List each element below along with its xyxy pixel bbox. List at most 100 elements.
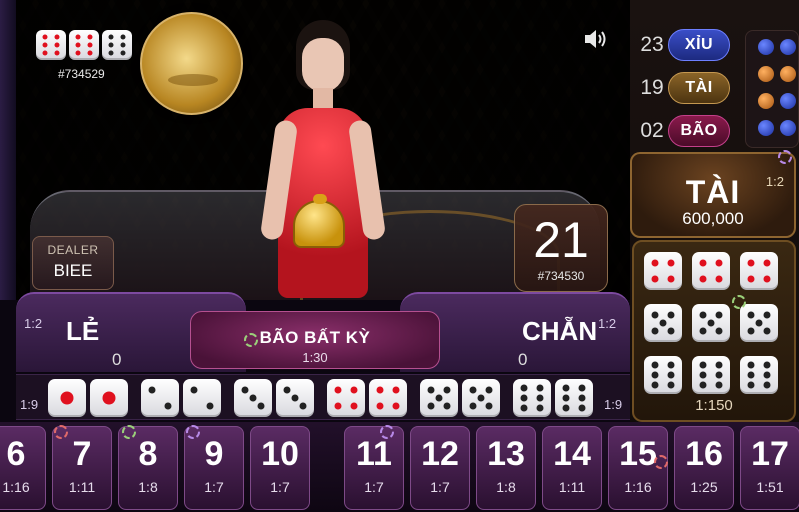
stat-row-tai: 19 TÀI: [636, 71, 736, 105]
last-result-die-1: [36, 30, 66, 60]
stat-pill-xiu: XỈU: [668, 29, 730, 61]
road-ball-2: [780, 39, 796, 55]
bao-bat-ky-label: BÃO BẤT KỲ: [259, 328, 371, 347]
pair-bets-row: 1:9 1:9: [16, 374, 630, 420]
total-number: 10: [261, 435, 299, 473]
total-odds: 1:51: [756, 479, 784, 495]
casino-chip-icon: [778, 150, 792, 164]
pair-bet-6[interactable]: [513, 379, 593, 417]
le-label: LẺ: [66, 316, 100, 346]
pair-bet-2[interactable]: [141, 379, 221, 417]
stat-pill-tai: TÀI: [668, 72, 730, 104]
road-ball-6: [780, 93, 796, 109]
total-number: 13: [487, 435, 525, 473]
triple-row-6[interactable]: [644, 356, 778, 394]
road-ball-3: [758, 66, 774, 82]
pair-die-3: [234, 379, 272, 417]
pair-bet-5[interactable]: [420, 379, 500, 417]
road-ball-7: [758, 120, 774, 136]
total-number: 14: [553, 435, 591, 473]
current-round-id: #734530: [537, 269, 585, 283]
road-ball-1: [758, 39, 774, 55]
bowl-camera-view: [140, 12, 243, 115]
total-bet-12[interactable]: 12 1:7: [410, 426, 470, 510]
pair-odds-right: 1:9: [604, 397, 623, 412]
total-bet-17[interactable]: 17 1:51: [740, 426, 799, 510]
total-odds: 1:7: [270, 479, 290, 495]
dealer-figure: [259, 20, 387, 300]
speaker-icon[interactable]: [583, 28, 609, 50]
bao-bat-ky-odds: 1:30: [302, 350, 328, 365]
specific-triple-box: 1:150: [632, 240, 796, 422]
total-odds: 1:8: [138, 479, 158, 495]
triple-die-4: [692, 252, 730, 290]
chan-amount: 0: [518, 350, 528, 369]
chan-odds: 1:2: [598, 316, 617, 331]
le-odds: 1:2: [24, 316, 43, 331]
pair-bet-1[interactable]: [48, 379, 128, 417]
le-amount: 0: [112, 350, 122, 369]
road-ball-8: [780, 120, 796, 136]
last-round-id: #734529: [58, 67, 105, 81]
casino-chip-icon: [654, 455, 668, 469]
dice-shaker: [293, 194, 345, 248]
pair-die-6: [555, 379, 593, 417]
pair-die-3: [276, 379, 314, 417]
dealer-label: DEALER: [47, 243, 99, 257]
bao-bat-ky-bet-area[interactable]: BÃO BẤT KỲ 1:30: [190, 311, 440, 369]
stat-count-xiu: 23: [640, 33, 664, 56]
triple-die-5: [740, 304, 778, 342]
total-number: 9: [204, 435, 224, 473]
triple-die-4: [644, 252, 682, 290]
casino-chip-icon: [122, 425, 136, 439]
pair-die-2: [183, 379, 221, 417]
pair-die-5: [462, 379, 500, 417]
stat-row-bao: 02 BÃO: [636, 114, 736, 148]
total-bet-11[interactable]: 11 1:7: [344, 426, 404, 510]
chan-label: CHẴN: [522, 316, 598, 346]
total-odds: 1:7: [364, 479, 384, 495]
total-bet-16[interactable]: 16 1:25: [674, 426, 734, 510]
triple-die-5: [692, 304, 730, 342]
total-odds: 1:16: [2, 479, 30, 495]
last-result-dice: [36, 30, 132, 60]
casino-chip-icon: [380, 425, 394, 439]
total-odds: 1:8: [496, 479, 516, 495]
stage-left-edge: [0, 0, 16, 300]
last-result-die-2: [69, 30, 99, 60]
total-bet-10[interactable]: 10 1:7: [250, 426, 310, 510]
pair-bet-3[interactable]: [234, 379, 314, 417]
casino-chip-icon: [732, 295, 746, 309]
total-number: 6: [6, 435, 26, 473]
tai-bet-box[interactable]: TÀI 600,000 1:2: [630, 152, 796, 238]
total-bet-6[interactable]: 6 1:16: [0, 426, 46, 510]
pair-die-1: [48, 379, 86, 417]
total-odds: 1:16: [624, 479, 652, 495]
pair-die-4: [327, 379, 365, 417]
triple-row-5[interactable]: [644, 304, 778, 342]
casino-chip-icon: [244, 333, 258, 347]
tai-odds: 1:2: [765, 174, 784, 189]
total-odds: 1:11: [68, 479, 96, 495]
casino-chip-icon: [54, 425, 68, 439]
total-odds: 1:7: [430, 479, 450, 495]
triple-die-6: [692, 356, 730, 394]
pair-die-5: [420, 379, 458, 417]
total-number: 16: [685, 435, 723, 473]
dealer-tag: DEALER BIEE: [32, 236, 114, 290]
total-bet-13[interactable]: 13 1:8: [476, 426, 536, 510]
total-number: 12: [421, 435, 459, 473]
total-number: 8: [138, 435, 158, 473]
countdown-value: 21: [533, 212, 589, 268]
result-road: [745, 30, 799, 148]
pair-bet-4[interactable]: [327, 379, 407, 417]
pair-odds-left: 1:9: [20, 397, 39, 412]
triple-row-4[interactable]: [644, 252, 778, 290]
stat-count-tai: 19: [640, 76, 664, 99]
total-number: 17: [751, 435, 789, 473]
total-number: 7: [72, 435, 92, 473]
stat-row-xiu: 23 XỈU: [636, 28, 736, 62]
pair-die-6: [513, 379, 551, 417]
total-bet-14[interactable]: 14 1:11: [542, 426, 602, 510]
total-odds: 1:11: [558, 479, 586, 495]
